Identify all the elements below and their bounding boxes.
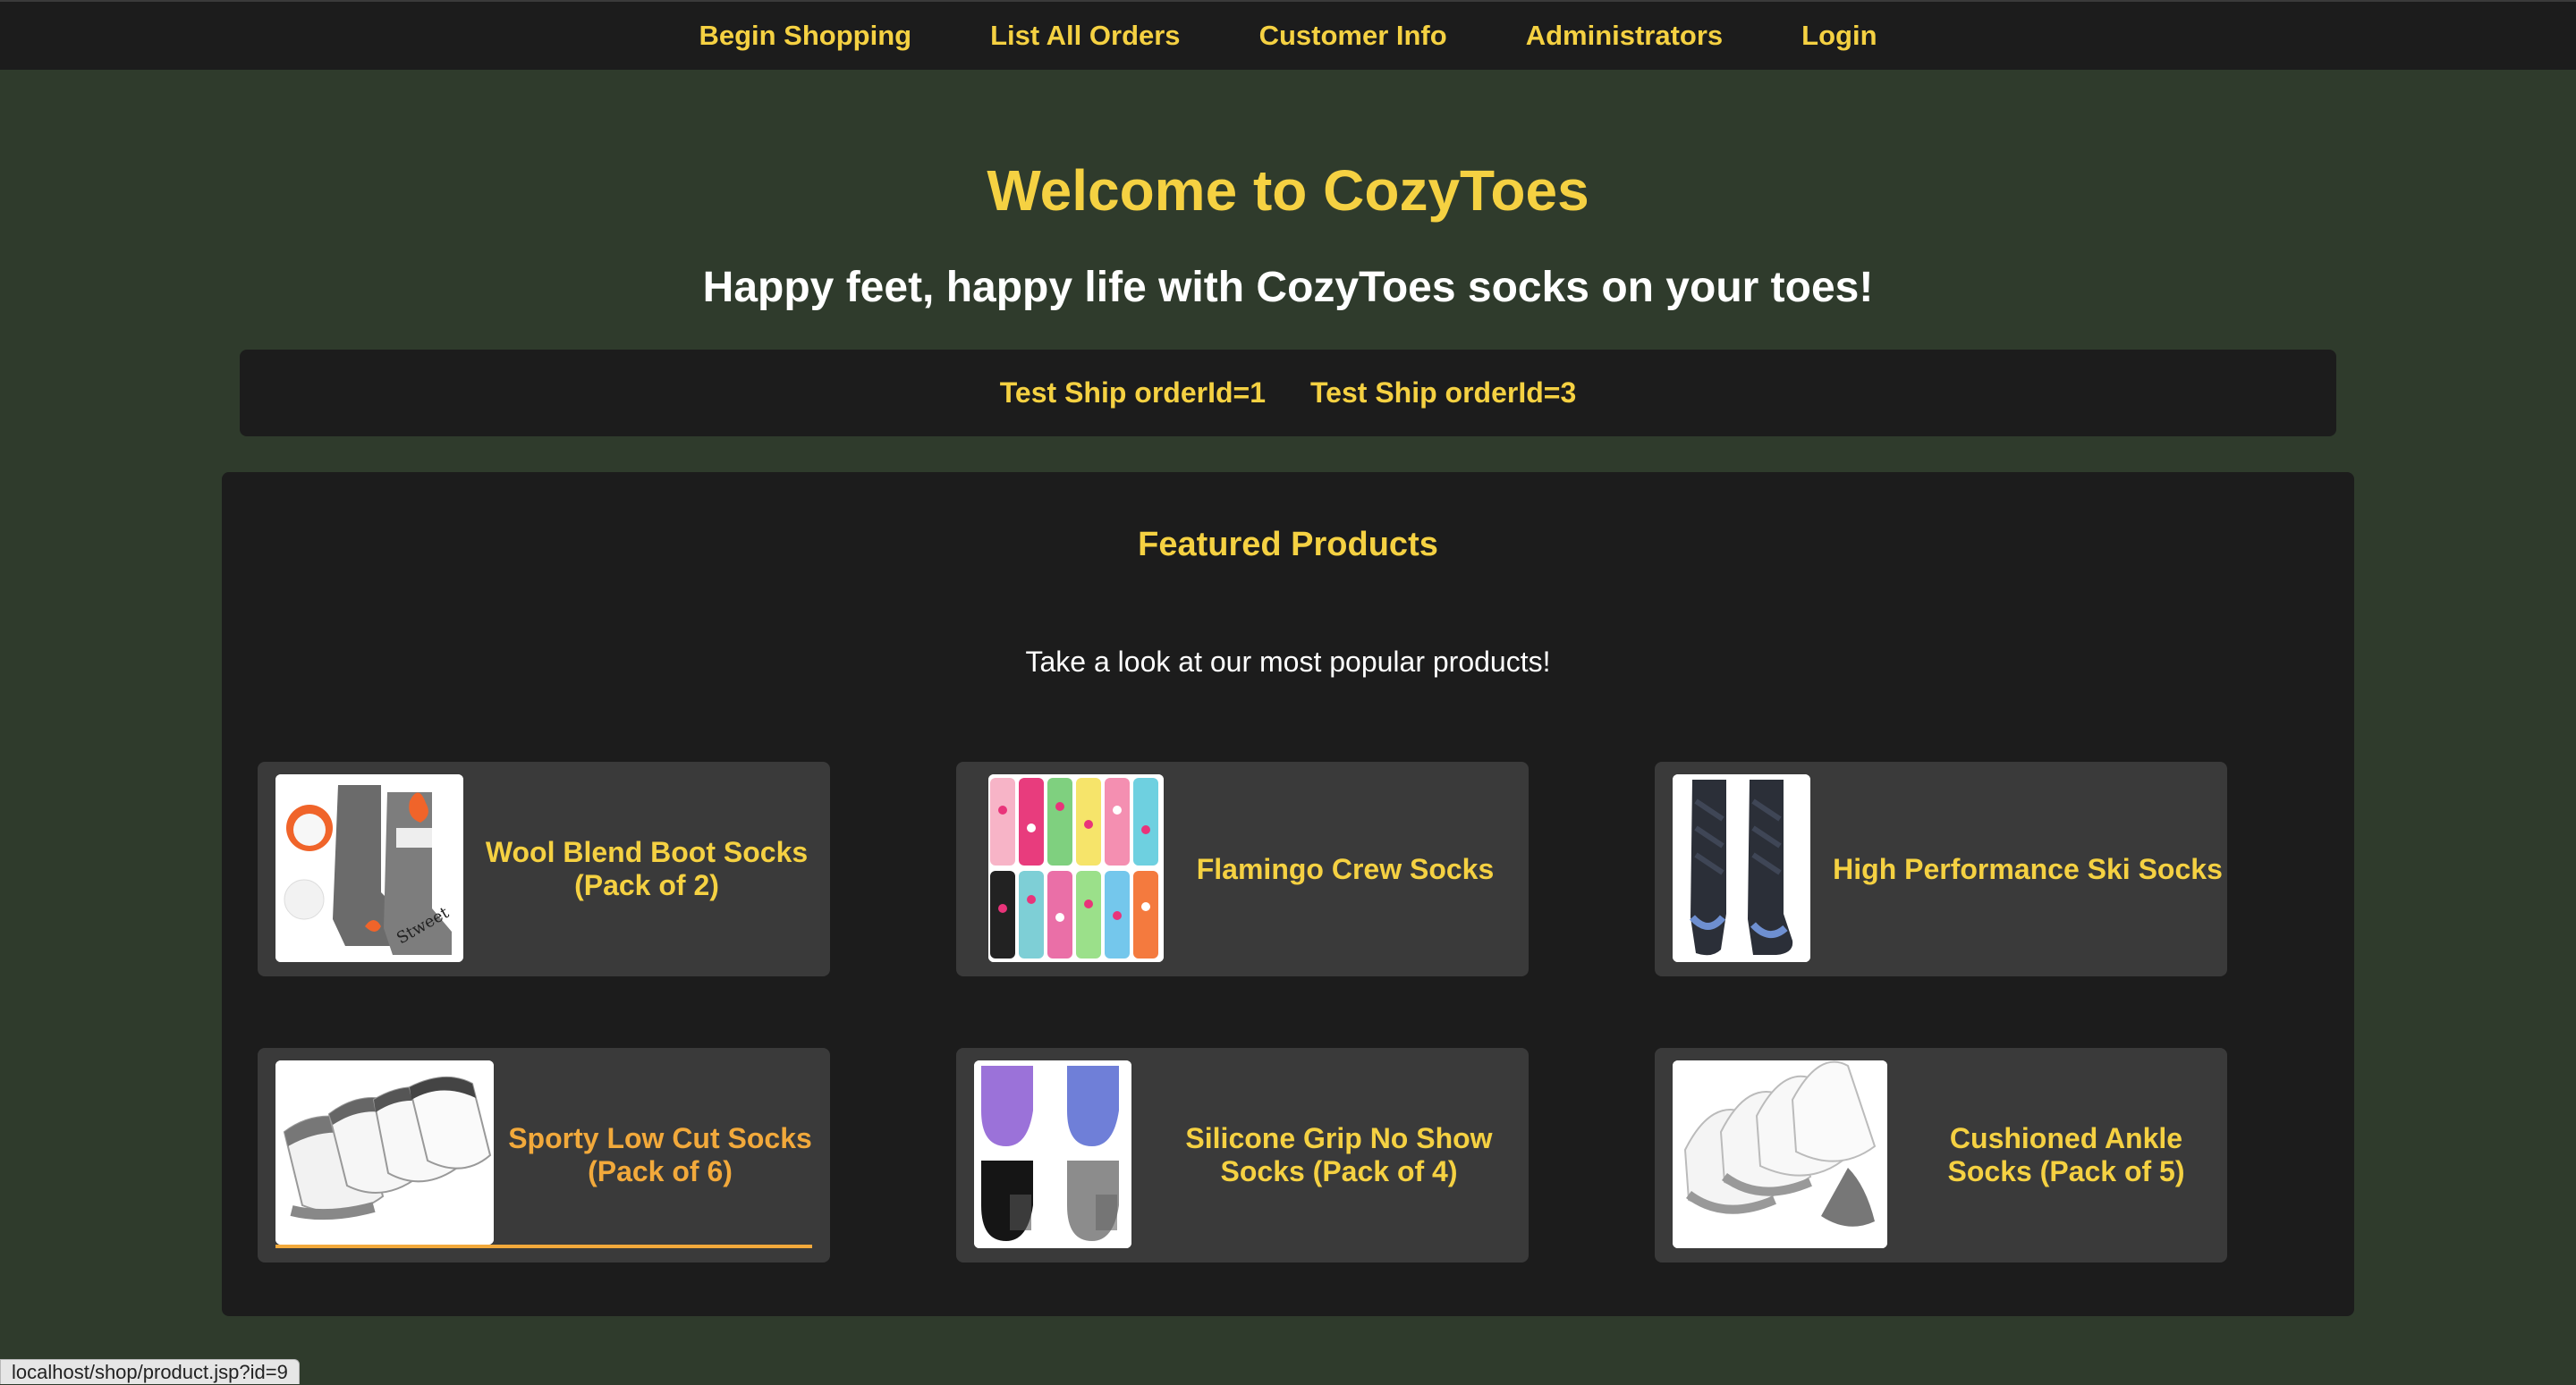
- product-card-low-cut-socks[interactable]: Sporty Low Cut Socks (Pack of 6): [258, 1048, 830, 1263]
- hover-underline: [275, 1245, 812, 1248]
- top-navigation: Begin Shopping List All Orders Customer …: [0, 0, 2576, 70]
- browser-status-url: localhost/shop/product.jsp?id=9: [0, 1359, 300, 1384]
- page-title: Welcome to CozyToes: [987, 158, 1589, 223]
- product-name[interactable]: Sporty Low Cut Socks (Pack of 6): [508, 1048, 812, 1263]
- no-show-socks-image[interactable]: [974, 1060, 1131, 1248]
- featured-heading: Featured Products: [1138, 526, 1438, 563]
- test-ship-order-3-link[interactable]: Test Ship orderId=3: [1310, 376, 1576, 410]
- product-name[interactable]: High Performance Ski Socks: [1828, 762, 2227, 976]
- product-card-wool-boot-socks[interactable]: Stweet Wool Blend Boot Socks (Pack of 2): [258, 762, 830, 976]
- page-tagline: Happy feet, happy life with CozyToes soc…: [702, 264, 1874, 311]
- product-card-flamingo-crew-socks[interactable]: Flamingo Crew Socks: [956, 762, 1529, 976]
- ski-socks-image[interactable]: [1673, 774, 1810, 962]
- nav-customer-info[interactable]: Customer Info: [1220, 1, 1487, 71]
- nav-administrators[interactable]: Administrators: [1487, 1, 1762, 71]
- product-name[interactable]: Flamingo Crew Socks: [1180, 762, 1511, 976]
- featured-subheading: Take a look at our most popular products…: [1025, 646, 1551, 678]
- product-card-ankle-socks[interactable]: Cushioned Ankle Socks (Pack of 5): [1655, 1048, 2227, 1263]
- product-name[interactable]: Cushioned Ankle Socks (Pack of 5): [1905, 1048, 2227, 1263]
- nav-login[interactable]: Login: [1762, 1, 1916, 71]
- nav-begin-shopping[interactable]: Begin Shopping: [659, 1, 951, 71]
- ankle-socks-image[interactable]: [1673, 1060, 1887, 1248]
- wool-boot-socks-image[interactable]: Stweet: [275, 774, 463, 962]
- flamingo-crew-socks-image[interactable]: [988, 774, 1164, 962]
- product-name[interactable]: Silicone Grip No Show Socks (Pack of 4): [1149, 1048, 1529, 1263]
- nav-list-all-orders[interactable]: List All Orders: [951, 1, 1219, 71]
- low-cut-socks-image[interactable]: [275, 1060, 494, 1245]
- test-ship-order-1-link[interactable]: Test Ship orderId=1: [1000, 376, 1266, 410]
- test-ship-bar: Test Ship orderId=1 Test Ship orderId=3: [240, 350, 2336, 436]
- featured-products-panel: Featured Products Take a look at our mos…: [222, 472, 2354, 1316]
- product-name[interactable]: Wool Blend Boot Socks (Pack of 2): [481, 762, 812, 976]
- product-card-ski-socks[interactable]: High Performance Ski Socks: [1655, 762, 2227, 976]
- product-card-no-show-socks[interactable]: Silicone Grip No Show Socks (Pack of 4): [956, 1048, 1529, 1263]
